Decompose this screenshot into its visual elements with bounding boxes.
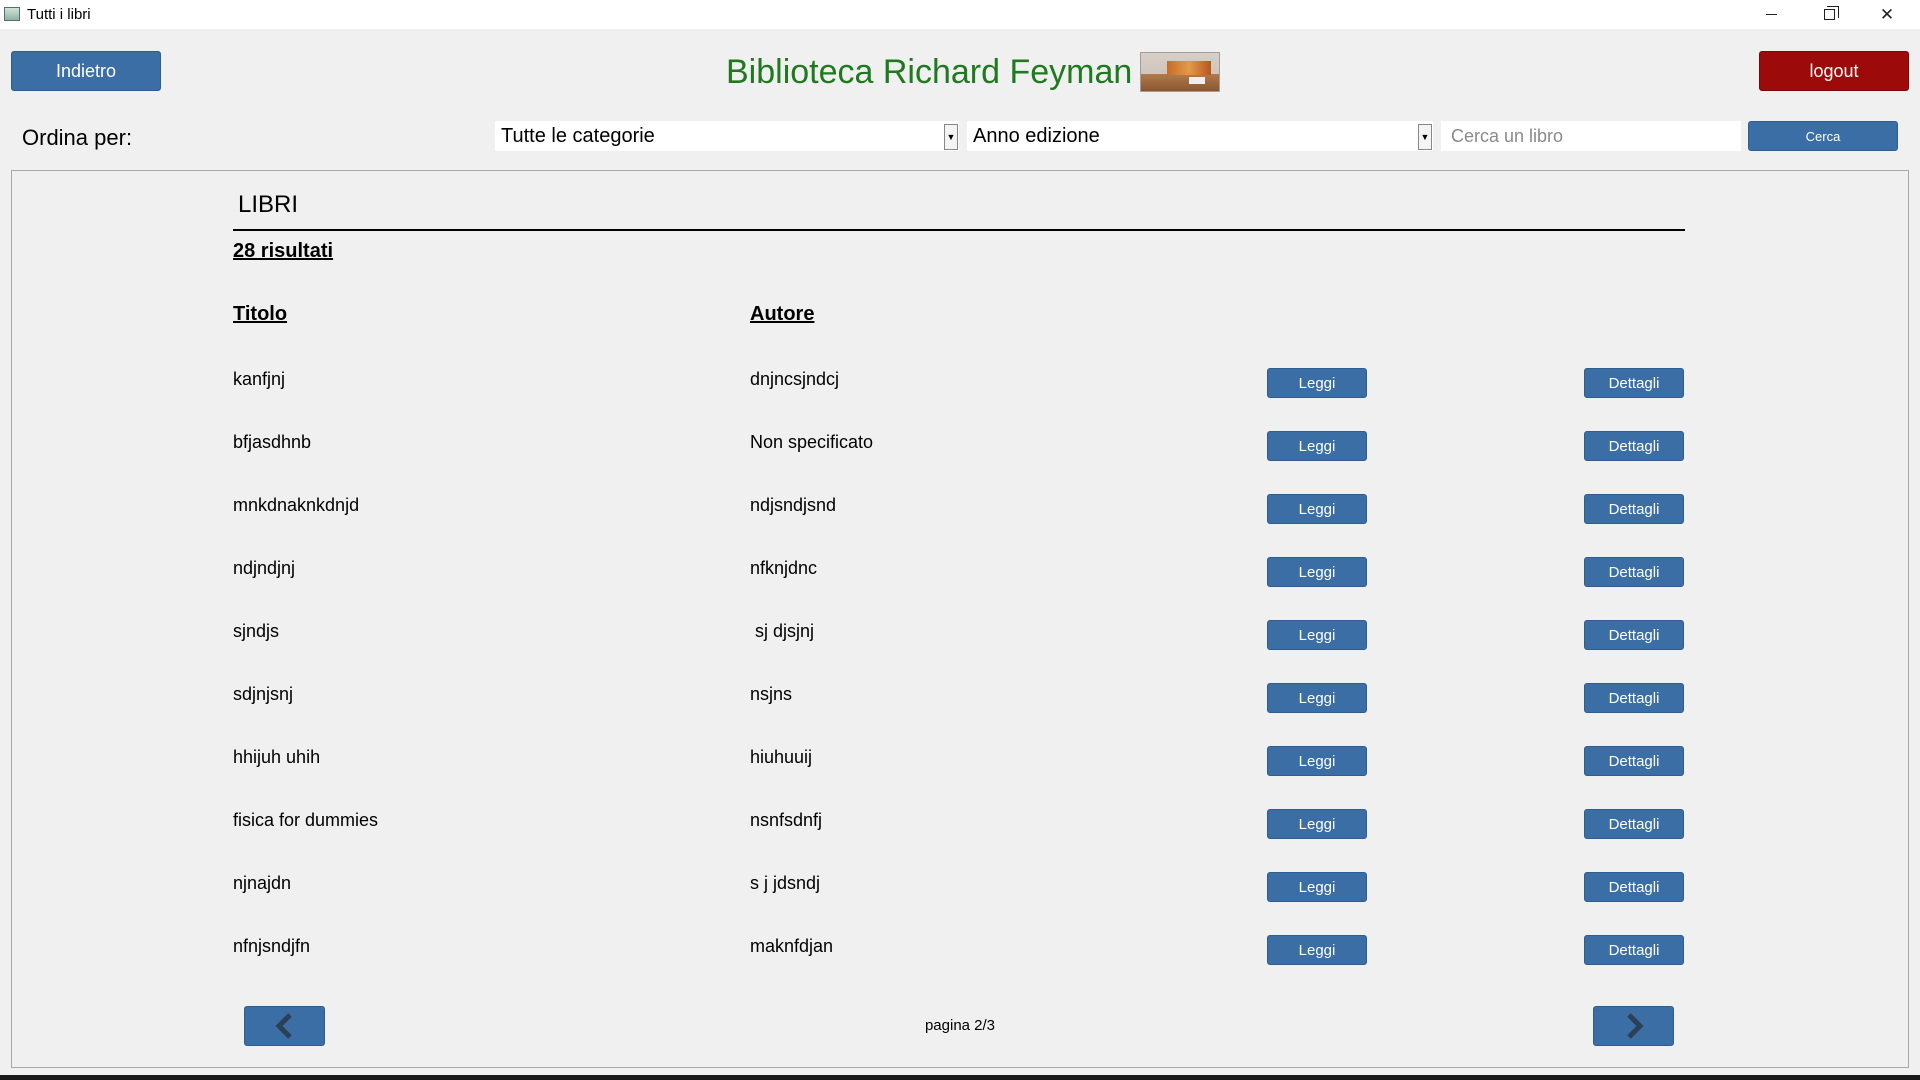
read-button[interactable]: Leggi — [1267, 683, 1367, 713]
book-author: dnjncsjndcj — [750, 369, 840, 389]
table-row: sdjnjsnj nsjns Leggi Dettagli — [0, 678, 1920, 718]
table-row: njnajdn s j jdsndj Leggi Dettagli — [0, 867, 1920, 907]
details-button[interactable]: Dettagli — [1584, 431, 1684, 461]
details-button[interactable]: Dettagli — [1584, 872, 1684, 902]
read-button[interactable]: Leggi — [1267, 431, 1367, 461]
logo-shelf — [1167, 61, 1212, 75]
minimize-icon — [1765, 14, 1777, 15]
read-button[interactable]: Leggi — [1267, 368, 1367, 398]
book-author: sj djsjnj — [750, 621, 815, 641]
app-icon — [4, 7, 20, 21]
window-titlebar: Tutti i libri ✕ — [0, 0, 1920, 29]
section-divider — [233, 229, 1685, 231]
book-title: fisica for dummies — [233, 810, 379, 830]
book-title: mnkdnaknkdnjd — [233, 495, 360, 515]
section-title: LIBRI — [238, 191, 299, 218]
back-button[interactable]: Indietro — [11, 51, 161, 91]
details-button[interactable]: Dettagli — [1584, 557, 1684, 587]
details-button[interactable]: Dettagli — [1584, 935, 1684, 965]
book-author: ndjsndjsnd — [750, 495, 837, 515]
library-logo-image — [1140, 52, 1221, 92]
book-title: nfnjsndjfn — [233, 936, 311, 956]
search-button[interactable]: Cerca — [1748, 121, 1898, 151]
result-count: 28 risultati — [233, 240, 334, 262]
read-button[interactable]: Leggi — [1267, 494, 1367, 524]
table-row: ndjndjnj nfknjdnc Leggi Dettagli — [0, 552, 1920, 592]
search-input[interactable] — [1441, 121, 1741, 151]
sort-label: Ordina per: — [22, 125, 133, 150]
column-header-title: Titolo — [233, 303, 288, 325]
close-icon: ✕ — [1879, 4, 1895, 24]
chevron-down-icon: ▼ — [1418, 124, 1432, 150]
details-button[interactable]: Dettagli — [1584, 746, 1684, 776]
read-button[interactable]: Leggi — [1267, 809, 1367, 839]
book-title: kanfjnj — [233, 369, 286, 389]
book-author: nfknjdnc — [750, 558, 818, 578]
table-row: mnkdnaknkdnjd ndjsndjsnd Leggi Dettagli — [0, 489, 1920, 529]
details-button[interactable]: Dettagli — [1584, 620, 1684, 650]
book-author: s j jdsndj — [750, 873, 821, 893]
close-button[interactable]: ✕ — [1858, 0, 1916, 29]
window-title: Tutti i libri — [27, 6, 91, 23]
book-title: hhijuh uhih — [233, 747, 321, 767]
table-row: fisica for dummies nsnfsdnfj Leggi Detta… — [0, 804, 1920, 844]
table-row: nfnjsndjfn maknfdjan Leggi Dettagli — [0, 930, 1920, 970]
book-author: hiuhuuij — [750, 747, 813, 767]
table-row: kanfjnj dnjncsjndcj Leggi Dettagli — [0, 363, 1920, 403]
table-row: hhijuh uhih hiuhuuij Leggi Dettagli — [0, 741, 1920, 781]
read-button[interactable]: Leggi — [1267, 872, 1367, 902]
year-select[interactable]: Anno edizione ▼ — [967, 121, 1433, 151]
taskbar-edge — [0, 1075, 1920, 1080]
maximize-icon — [1823, 6, 1839, 20]
table-row: sjndjs sj djsjnj Leggi Dettagli — [0, 615, 1920, 655]
book-author: maknfdjan — [750, 936, 834, 956]
details-button[interactable]: Dettagli — [1584, 683, 1684, 713]
column-header-author: Autore — [750, 303, 815, 325]
book-title: njnajdn — [233, 873, 292, 893]
logout-button[interactable]: logout — [1759, 51, 1909, 91]
read-button[interactable]: Leggi — [1267, 557, 1367, 587]
read-button[interactable]: Leggi — [1267, 746, 1367, 776]
book-author: nsjns — [750, 684, 793, 704]
category-select[interactable]: Tutte le categorie ▼ — [495, 121, 959, 151]
book-title: ndjndjnj — [233, 558, 296, 578]
read-button[interactable]: Leggi — [1267, 620, 1367, 650]
chevron-down-icon: ▼ — [944, 124, 958, 150]
book-title: bfjasdhnb — [233, 432, 312, 452]
minimize-button[interactable] — [1742, 0, 1800, 29]
brand: Biblioteca Richard Feyman — [726, 48, 1221, 96]
chevron-right-icon — [1626, 1013, 1644, 1039]
next-page-button[interactable] — [1593, 1006, 1674, 1046]
brand-title: Biblioteca Richard Feyman — [726, 52, 1133, 91]
book-title: sdjnjsnj — [233, 684, 294, 704]
book-author: Non specificato — [750, 432, 874, 452]
details-button[interactable]: Dettagli — [1584, 368, 1684, 398]
year-select-value: Anno edizione — [973, 124, 1100, 147]
logo-table — [1189, 77, 1206, 84]
book-author: nsnfsdnfj — [750, 810, 823, 830]
book-title: sjndjs — [233, 621, 280, 641]
table-row: bfjasdhnb Non specificato Leggi Dettagli — [0, 426, 1920, 466]
page-indicator-text: pagina 2/3 — [924, 1017, 996, 1034]
category-select-value: Tutte le categorie — [501, 124, 655, 147]
read-button[interactable]: Leggi — [1267, 935, 1367, 965]
details-button[interactable]: Dettagli — [1584, 809, 1684, 839]
maximize-button[interactable] — [1800, 0, 1858, 29]
details-button[interactable]: Dettagli — [1584, 494, 1684, 524]
